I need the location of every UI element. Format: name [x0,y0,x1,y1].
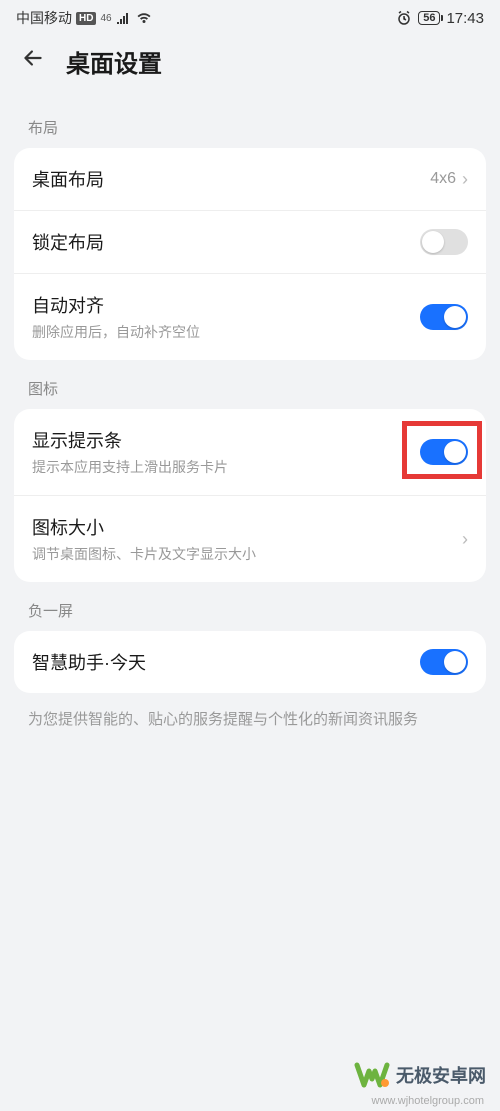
desktop-layout-row[interactable]: 桌面布局 4x6 › [14,148,486,211]
lock-layout-title: 锁定布局 [32,229,420,255]
status-left: 中国移动 HD 46 [16,8,152,28]
icon-size-row[interactable]: 图标大小 调节桌面图标、卡片及文字显示大小 › [14,496,486,582]
auto-align-title: 自动对齐 [32,292,420,318]
hd-badge: HD [76,12,96,25]
chevron-right-icon: › [462,169,468,190]
lock-layout-row[interactable]: 锁定布局 [14,211,486,274]
section-label-icons: 图标 [0,360,500,409]
minus-one-card: 智慧助手·今天 [14,631,486,693]
watermark-url: www.wjhotelgroup.com [372,1095,485,1107]
page-title: 桌面设置 [66,44,162,79]
section-label-layout: 布局 [0,99,500,148]
desktop-layout-title: 桌面布局 [32,166,430,192]
watermark-text: 无极安卓网 [396,1062,486,1088]
chevron-right-icon: › [462,529,468,550]
wifi-icon [136,10,152,26]
status-bar: 中国移动 HD 46 56 17:43 [0,0,500,32]
desktop-layout-value: 4x6 [430,170,456,188]
auto-align-row[interactable]: 自动对齐 删除应用后，自动补齐空位 [14,274,486,360]
auto-align-subtitle: 删除应用后，自动补齐空位 [32,322,420,342]
show-hint-bar-title: 显示提示条 [32,427,420,453]
show-hint-bar-subtitle: 提示本应用支持上滑出服务卡片 [32,457,420,477]
smart-assistant-title: 智慧助手·今天 [32,649,420,675]
icon-size-title: 图标大小 [32,514,462,540]
minus-one-footer-text: 为您提供智能的、贴心的服务提醒与个性化的新闻资讯服务 [0,693,500,748]
smart-assistant-toggle[interactable] [420,649,468,675]
status-right: 56 17:43 [396,10,484,27]
page-header: 桌面设置 [0,32,500,99]
show-hint-bar-toggle[interactable] [420,439,468,465]
back-arrow-icon[interactable] [20,45,46,78]
watermark-logo-icon [354,1057,390,1093]
alarm-icon [396,10,412,26]
site-watermark: 无极安卓网 [354,1057,486,1093]
show-hint-bar-row[interactable]: 显示提示条 提示本应用支持上滑出服务卡片 [14,409,486,496]
section-label-minus-one: 负一屏 [0,582,500,631]
carrier-label: 中国移动 [16,8,72,28]
network-badge: 46 [100,13,111,24]
layout-card: 桌面布局 4x6 › 锁定布局 自动对齐 删除应用后，自动补齐空位 [14,148,486,360]
icons-card: 显示提示条 提示本应用支持上滑出服务卡片 图标大小 调节桌面图标、卡片及文字显示… [14,409,486,582]
battery-indicator: 56 [418,11,440,25]
icon-size-subtitle: 调节桌面图标、卡片及文字显示大小 [32,544,462,564]
signal-icon [116,10,132,26]
lock-layout-toggle[interactable] [420,229,468,255]
smart-assistant-row[interactable]: 智慧助手·今天 [14,631,486,693]
auto-align-toggle[interactable] [420,304,468,330]
clock-label: 17:43 [446,10,484,27]
